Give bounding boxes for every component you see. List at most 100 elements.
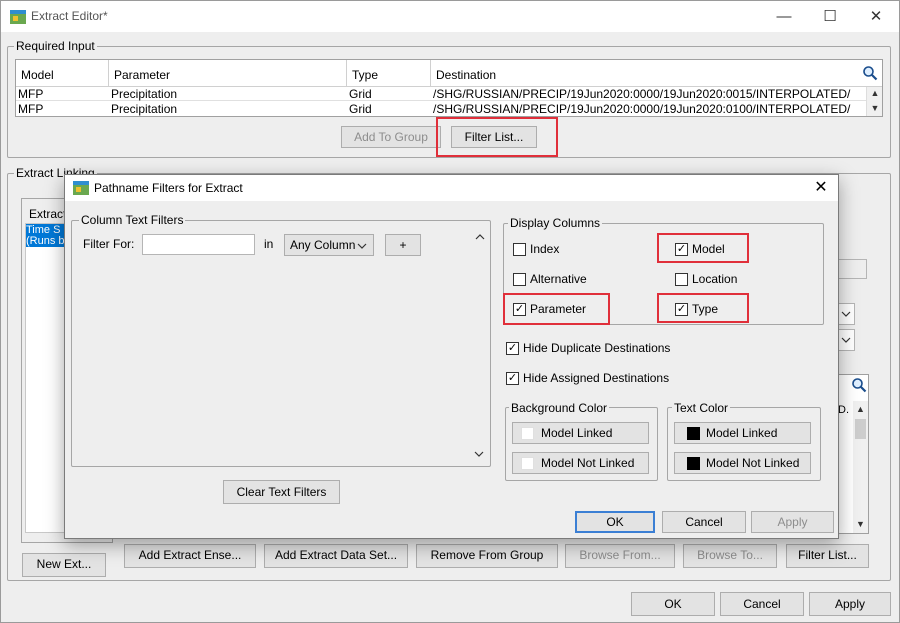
scroll-up-icon[interactable] <box>473 231 487 245</box>
index-checkbox[interactable] <box>513 243 526 256</box>
row-parameter: Precipitation <box>111 87 178 101</box>
linking-scrollbar[interactable]: ▲ ▼ <box>853 401 868 533</box>
filter-list-button[interactable]: Filter List... <box>451 126 537 148</box>
text-model-not-linked-button[interactable]: Model Not Linked <box>674 452 811 474</box>
text-model-linked-button[interactable]: Model Linked <box>674 422 811 444</box>
required-input-table: Model Parameter Type Destination MFP Pre… <box>15 59 883 117</box>
dialog-close-icon[interactable]: ✕ <box>809 177 833 199</box>
app-icon <box>73 181 89 195</box>
hide-assigned-checkbox[interactable]: ✓ <box>506 372 519 385</box>
ok-button[interactable]: OK <box>631 592 715 616</box>
filter-for-label: Filter For: <box>83 237 135 251</box>
scroll-up-icon[interactable]: ▲ <box>867 88 883 98</box>
add-to-group-button[interactable]: Add To Group <box>341 126 441 148</box>
window-title: Extract Editor* <box>31 9 108 23</box>
column-select-value: Any Column <box>290 238 356 252</box>
scroll-up-icon[interactable]: ▲ <box>853 404 868 414</box>
close-icon[interactable]: ✕ <box>853 1 899 32</box>
maximize-icon[interactable]: ☐ <box>807 1 853 32</box>
search-icon[interactable] <box>851 377 867 393</box>
dialog-cancel-button[interactable]: Cancel <box>662 511 746 533</box>
app-icon <box>10 10 26 24</box>
location-checkbox[interactable] <box>675 273 688 286</box>
alternative-checkbox[interactable] <box>513 273 526 286</box>
extract-list-header: Extract <box>29 207 67 221</box>
bg-not-linked-swatch <box>521 457 534 470</box>
add-extract-data-set-button[interactable]: Add Extract Data Set... <box>264 544 408 568</box>
new-extract-button[interactable]: New Ext... <box>22 553 106 577</box>
pathname-filters-dialog: Pathname Filters for Extract ✕ Column Te… <box>64 174 839 539</box>
bg-not-linked-label: Model Not Linked <box>541 456 635 470</box>
linking-filter-list-button[interactable]: Filter List... <box>786 544 869 568</box>
table-row[interactable]: MFP Precipitation Grid /SHG/RUSSIAN/PREC… <box>16 102 866 116</box>
scroll-down-icon[interactable]: ▼ <box>853 519 868 529</box>
minimize-icon[interactable]: — <box>761 1 807 32</box>
column-select[interactable]: Any Column <box>284 234 374 256</box>
search-icon[interactable] <box>862 65 878 81</box>
scroll-thumb[interactable] <box>855 419 866 439</box>
scroll-down-icon[interactable] <box>473 448 487 462</box>
display-columns-legend: Display Columns <box>508 216 603 230</box>
add-extract-ensemble-button[interactable]: Add Extract Ense... <box>124 544 256 568</box>
clear-text-filters-button[interactable]: Clear Text Filters <box>223 480 340 504</box>
hide-duplicate-label: Hide Duplicate Destinations <box>523 341 671 355</box>
hide-assigned-label: Hide Assigned Destinations <box>523 371 670 385</box>
title-bar: Extract Editor* — ☐ ✕ <box>1 1 899 32</box>
model-label: Model <box>692 242 725 256</box>
add-filter-button[interactable]: + <box>385 234 421 256</box>
bg-model-not-linked-button[interactable]: Model Not Linked <box>512 452 649 474</box>
table-header: Model Parameter Type Destination <box>16 60 882 87</box>
row-parameter: Precipitation <box>111 102 178 116</box>
cancel-button[interactable]: Cancel <box>720 592 804 616</box>
text-not-linked-label: Model Not Linked <box>706 456 800 470</box>
table-scrollbar[interactable]: ▲ ▼ <box>866 87 882 116</box>
row-destination: /SHG/RUSSIAN/PRECIP/19Jun2020:0000/19Jun… <box>433 87 851 101</box>
dialog-ok-button[interactable]: OK <box>575 511 655 533</box>
row-destination: /SHG/RUSSIAN/PRECIP/19Jun2020:0000/19Jun… <box>433 102 851 116</box>
apply-button[interactable]: Apply <box>809 592 891 616</box>
column-header-parameter[interactable]: Parameter <box>114 68 170 82</box>
text-not-linked-swatch <box>687 457 700 470</box>
text-linked-label: Model Linked <box>706 426 778 440</box>
remove-from-group-button[interactable]: Remove From Group <box>416 544 558 568</box>
text-linked-swatch <box>687 427 700 440</box>
parameter-checkbox[interactable]: ✓ <box>513 303 526 316</box>
required-input-legend: Required Input <box>14 39 97 53</box>
bg-linked-label: Model Linked <box>541 426 613 440</box>
column-text-filters-legend: Column Text Filters <box>79 213 186 227</box>
dialog-apply-button[interactable]: Apply <box>751 511 834 533</box>
dialog-title: Pathname Filters for Extract <box>94 181 243 195</box>
linking-table: D. ▲ ▼ <box>837 374 869 534</box>
alternative-label: Alternative <box>530 272 587 286</box>
text-color-legend: Text Color <box>672 401 731 415</box>
table-row[interactable]: MFP Precipitation Grid /SHG/RUSSIAN/PREC… <box>16 87 866 101</box>
location-label: Location <box>692 272 738 286</box>
type-label: Type <box>692 302 719 316</box>
column-header-type[interactable]: Type <box>352 68 378 82</box>
browse-from-button[interactable]: Browse From... <box>565 544 675 568</box>
column-header-partial: D. <box>838 404 849 416</box>
chevron-down-icon <box>356 235 368 261</box>
row-type: Grid <box>349 87 372 101</box>
row-model: MFP <box>18 102 44 116</box>
column-header-model[interactable]: Model <box>21 68 54 82</box>
browse-to-button[interactable]: Browse To... <box>683 544 777 568</box>
column-text-filters-group <box>71 220 491 467</box>
model-checkbox[interactable]: ✓ <box>675 243 688 256</box>
column-header-destination[interactable]: Destination <box>436 68 496 82</box>
dropdown-arrow-icon[interactable] <box>837 303 855 325</box>
bg-model-linked-button[interactable]: Model Linked <box>512 422 649 444</box>
row-type: Grid <box>349 102 372 116</box>
dialog-title-bar: Pathname Filters for Extract ✕ <box>65 175 838 201</box>
index-label: Index <box>530 242 560 256</box>
dropdown-arrow-icon[interactable] <box>837 329 855 351</box>
parameter-label: Parameter <box>530 302 587 316</box>
type-checkbox[interactable]: ✓ <box>675 303 688 316</box>
background-color-legend: Background Color <box>509 401 610 415</box>
row-model: MFP <box>18 87 44 101</box>
filter-for-input[interactable] <box>142 234 255 255</box>
hide-duplicate-checkbox[interactable]: ✓ <box>506 342 519 355</box>
bg-linked-swatch <box>521 427 534 440</box>
in-label: in <box>264 237 274 251</box>
scroll-down-icon[interactable]: ▼ <box>867 103 883 113</box>
